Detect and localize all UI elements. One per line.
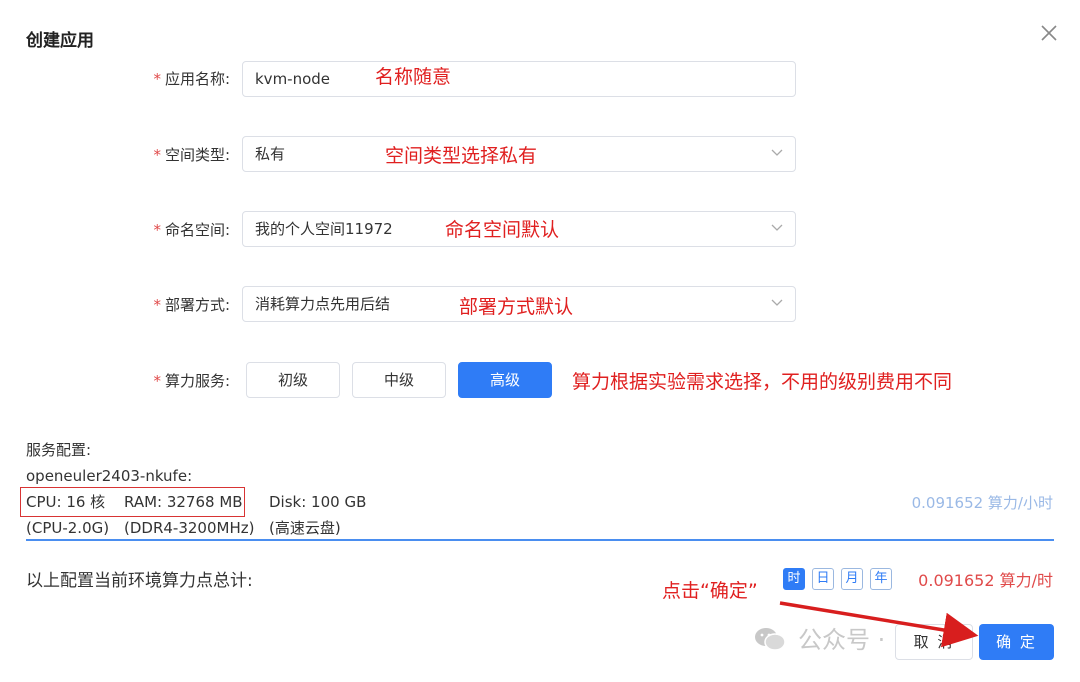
- namespace-value: 我的个人空间11972: [255, 220, 393, 238]
- annotation-deploy-mode: 部署方式默认: [459, 296, 574, 318]
- summary-label: 以上配置当前环境算力点总计:: [26, 571, 253, 591]
- app-name-input[interactable]: kvm-node: [242, 61, 796, 97]
- deploy-mode-label: * 部署方式:: [153, 296, 230, 314]
- required-mark: *: [153, 296, 161, 314]
- annotation-click-confirm: 点击“确定”: [662, 580, 758, 602]
- confirm-button[interactable]: 确 定: [979, 624, 1054, 660]
- level-button-medium[interactable]: 中级: [352, 362, 446, 398]
- chevron-down-icon: [771, 299, 783, 306]
- service-config-heading: 服务配置:: [26, 441, 92, 459]
- compute-service-label: * 算力服务:: [153, 372, 230, 390]
- app-name-label: * 应用名称:: [153, 70, 230, 88]
- level-button-basic[interactable]: 初级: [246, 362, 340, 398]
- annotation-space-type: 空间类型选择私有: [385, 145, 538, 167]
- ram-spec: RAM: 32768 MB: [124, 493, 243, 511]
- cpu-spec: CPU: 16 核: [26, 493, 106, 511]
- dialog-title: 创建应用: [26, 31, 94, 51]
- chevron-down-icon: [771, 224, 783, 231]
- divider: [26, 539, 1054, 541]
- required-mark: *: [153, 70, 161, 88]
- close-icon[interactable]: [1038, 22, 1060, 44]
- annotation-namespace: 命名空间默认: [445, 219, 560, 241]
- space-type-label: * 空间类型:: [153, 146, 230, 164]
- required-mark: *: [153, 221, 161, 239]
- watermark-text: 公众号 ·: [798, 626, 886, 654]
- period-year-button[interactable]: 年: [870, 568, 892, 590]
- annotation-compute: 算力根据实验需求选择，不用的级别费用不同: [572, 371, 953, 393]
- required-mark: *: [153, 372, 161, 390]
- namespace-label: * 命名空间:: [153, 221, 230, 239]
- disk-detail: (高速云盘): [269, 519, 341, 537]
- period-hour-button[interactable]: 时: [783, 568, 805, 590]
- annotation-name: 名称随意: [375, 66, 452, 88]
- wechat-logo-icon: [755, 628, 786, 651]
- total-price: 0.091652 算力/时: [918, 571, 1053, 590]
- cpu-detail: (CPU-2.0G): [26, 519, 110, 537]
- period-day-button[interactable]: 日: [812, 568, 834, 590]
- disk-spec: Disk: 100 GB: [269, 493, 367, 511]
- cancel-button[interactable]: 取 消: [895, 624, 973, 660]
- ram-detail: (DDR4-3200MHz): [124, 519, 255, 537]
- chevron-down-icon: [771, 149, 783, 156]
- price-per-hour: 0.091652 算力/小时: [911, 494, 1053, 512]
- service-image-name: openeuler2403-nkufe:: [26, 467, 193, 485]
- required-mark: *: [153, 146, 161, 164]
- space-type-value: 私有: [255, 145, 286, 163]
- deploy-mode-value: 消耗算力点先用后结: [255, 295, 391, 313]
- period-month-button[interactable]: 月: [841, 568, 863, 590]
- level-button-advanced[interactable]: 高级: [458, 362, 552, 398]
- app-name-value: kvm-node: [255, 70, 331, 88]
